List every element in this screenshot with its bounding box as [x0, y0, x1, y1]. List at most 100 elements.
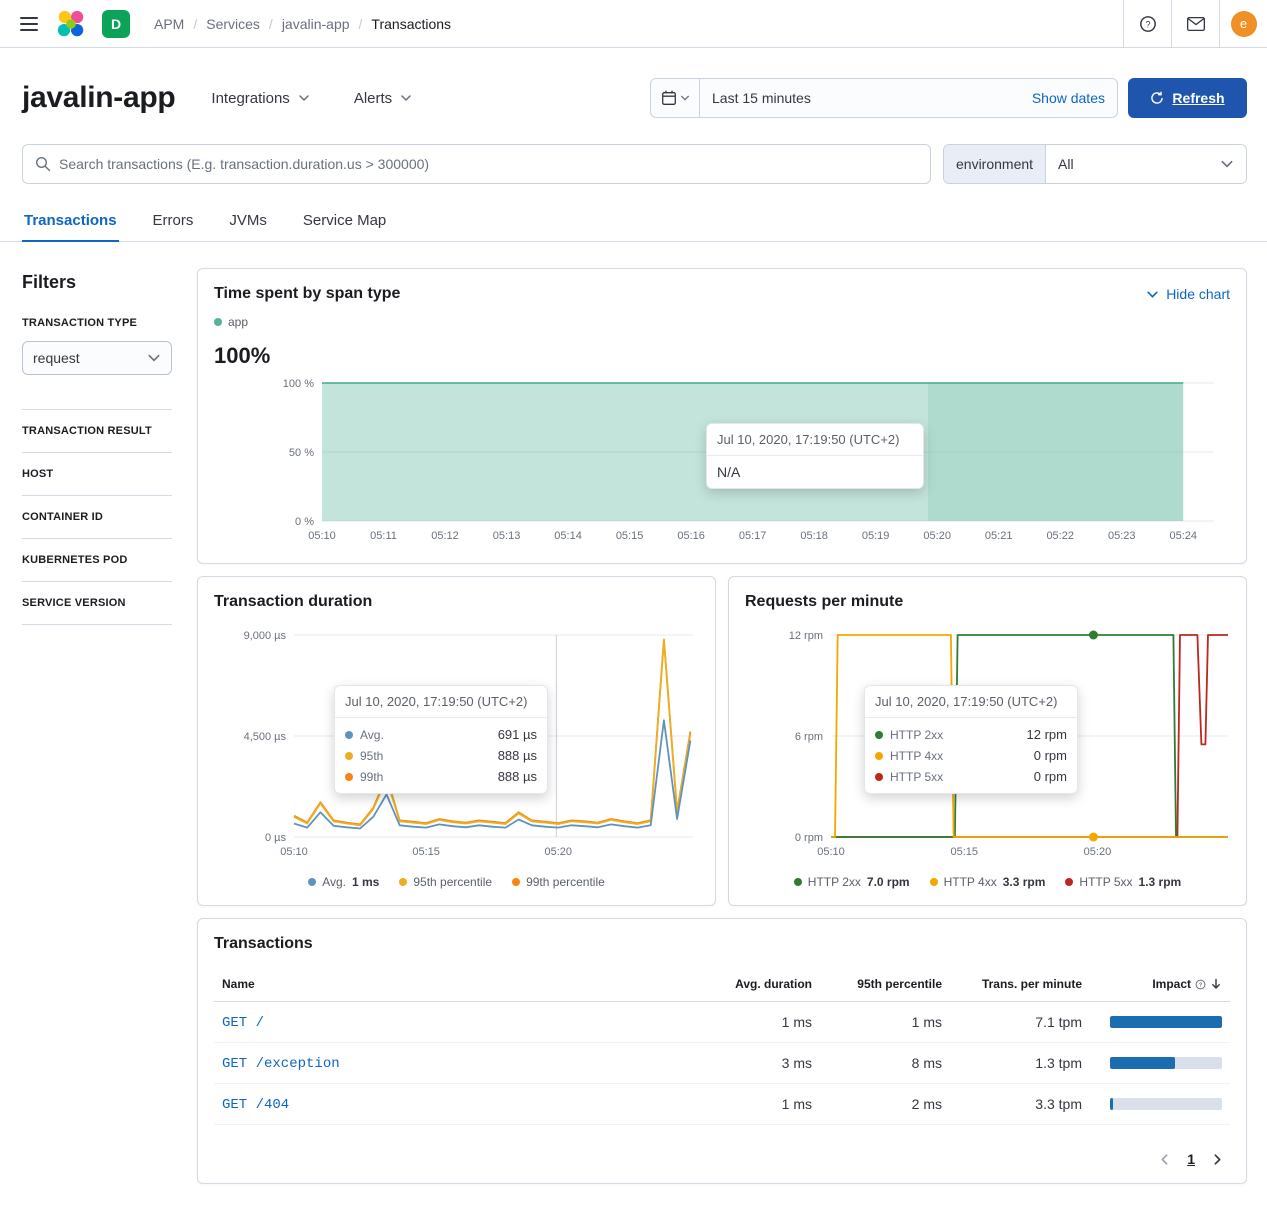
legend-item-http-5xx[interactable]: HTTP 5xx 1.3 rpm: [1065, 875, 1181, 889]
time-range-display[interactable]: Last 15 minutes: [700, 79, 1020, 117]
legend-dot: [308, 878, 316, 886]
page-1-button[interactable]: 1: [1187, 1151, 1195, 1167]
svg-text:05:10: 05:10: [308, 530, 336, 542]
transaction-link[interactable]: GET /404: [222, 1097, 289, 1113]
newsfeed-button[interactable]: [1171, 0, 1219, 47]
legend-item-http-2xx[interactable]: HTTP 2xx 7.0 rpm: [794, 875, 910, 889]
alerts-menu[interactable]: Alerts: [354, 90, 412, 107]
cell-impact: [1090, 1043, 1230, 1084]
breadcrumb-separator: [269, 16, 273, 32]
question-circle-icon: ?: [1195, 979, 1206, 990]
transaction-duration-panel: Transaction duration 0 µs4,500 µs9,000 µ…: [197, 576, 716, 906]
column-header-impact[interactable]: Impact ?: [1090, 967, 1230, 1002]
column-header-95th-percentile[interactable]: 95th percentile: [820, 967, 950, 1002]
legend-dot: [214, 318, 222, 326]
breadcrumb-item-services[interactable]: Services: [206, 16, 260, 32]
filter-section-container-id[interactable]: CONTAINER ID: [22, 495, 172, 538]
legend-item-http-4xx[interactable]: HTTP 4xx 3.3 rpm: [930, 875, 1046, 889]
chart-legend: app: [214, 315, 1230, 329]
chart-legend: Avg. 1 ms 95th percentile 99th percentil…: [214, 875, 699, 889]
tab-jvms[interactable]: JVMs: [227, 200, 269, 241]
svg-text:6 rpm: 6 rpm: [795, 731, 823, 743]
filter-section-kubernetes-pod[interactable]: KUBERNETES POD: [22, 538, 172, 581]
svg-text:05:24: 05:24: [1169, 530, 1197, 542]
column-header-name[interactable]: Name: [214, 967, 700, 1002]
refresh-button[interactable]: Refresh: [1128, 78, 1247, 118]
column-header-trans-per-minute[interactable]: Trans. per minute: [950, 967, 1090, 1002]
sort-desc-icon: [1210, 978, 1222, 990]
transaction-duration-chart[interactable]: 0 µs4,500 µs9,000 µs05:1005:1505:20 Jul …: [214, 625, 699, 863]
date-quick-select-button[interactable]: [651, 79, 700, 117]
column-header-avg-duration[interactable]: Avg. duration: [700, 967, 820, 1002]
menu-hamburger-button[interactable]: [10, 0, 48, 47]
tab-service-map[interactable]: Service Map: [301, 200, 388, 241]
hamburger-icon: [20, 17, 38, 31]
cell-avg-duration: 1 ms: [700, 1084, 820, 1125]
legend-dot: [512, 878, 520, 886]
transaction-type-select[interactable]: request: [22, 341, 172, 375]
page-header: javalin-app Integrations Alerts Last 15 …: [0, 48, 1267, 118]
charts-row: Transaction duration 0 µs4,500 µs9,000 µ…: [197, 576, 1247, 906]
svg-text:05:20: 05:20: [1084, 846, 1112, 858]
search-row: environment All: [0, 118, 1267, 184]
svg-text:05:16: 05:16: [677, 530, 705, 542]
cell-impact: [1090, 1084, 1230, 1125]
cell-avg-duration: 3 ms: [700, 1043, 820, 1084]
content: Filters TRANSACTION TYPE request TRANSAC…: [0, 242, 1267, 1208]
hide-chart-button[interactable]: Hide chart: [1146, 286, 1230, 302]
integrations-menu[interactable]: Integrations: [211, 90, 309, 107]
panel-title: Time spent by span type: [214, 285, 400, 303]
panel-title: Transaction duration: [214, 593, 699, 611]
filter-section-host[interactable]: HOST: [22, 452, 172, 495]
legend-dot: [1065, 878, 1073, 886]
user-menu-button[interactable]: e: [1219, 0, 1267, 47]
legend-item-99th[interactable]: 99th percentile: [512, 875, 605, 889]
transaction-link[interactable]: GET /exception: [222, 1056, 340, 1072]
next-page-button[interactable]: [1211, 1153, 1224, 1166]
filter-section-service-version[interactable]: SERVICE VERSION: [22, 581, 172, 624]
requests-per-minute-chart[interactable]: 0 rpm6 rpm12 rpm05:1005:1505:20 Jul 10, …: [745, 625, 1230, 863]
top-navigation-bar: D APM Services javalin-app Transactions …: [0, 0, 1267, 48]
tab-transactions[interactable]: Transactions: [22, 200, 119, 241]
elastic-logo[interactable]: [48, 0, 94, 47]
span-type-chart[interactable]: 0 %50 %100 %05:1005:1105:1205:1305:1405:…: [214, 375, 1230, 547]
svg-text:?: ?: [1199, 982, 1203, 988]
svg-text:05:20: 05:20: [544, 846, 572, 858]
legend-item-app[interactable]: app: [214, 315, 248, 329]
table-row: GET /404 1 ms 2 ms 3.3 tpm: [214, 1084, 1230, 1125]
search-input[interactable]: [59, 156, 918, 172]
filter-section-transaction-result[interactable]: TRANSACTION RESULT: [22, 409, 172, 452]
impact-bar: [1110, 1016, 1222, 1028]
breadcrumb-separator: [359, 16, 363, 32]
environment-label: environment: [944, 145, 1046, 183]
svg-text:05:10: 05:10: [280, 846, 308, 858]
environment-select[interactable]: All: [1046, 145, 1246, 183]
breadcrumb-item-apm[interactable]: APM: [154, 16, 184, 32]
chart-legend: HTTP 2xx 7.0 rpm HTTP 4xx 3.3 rpm HTTP 5…: [745, 875, 1230, 889]
deployment-badge[interactable]: D: [102, 10, 130, 38]
chevron-down-icon: [298, 92, 310, 104]
previous-page-button[interactable]: [1158, 1153, 1171, 1166]
alerts-label: Alerts: [354, 90, 392, 107]
cell-name: GET /exception: [214, 1043, 700, 1084]
main-column: Time spent by span type Hide chart app 1…: [197, 268, 1247, 1184]
refresh-icon: [1150, 91, 1164, 105]
table-row: GET /exception 3 ms 8 ms 1.3 tpm: [214, 1043, 1230, 1084]
svg-text:05:15: 05:15: [412, 846, 440, 858]
svg-text:0 µs: 0 µs: [265, 832, 287, 844]
cell-impact: [1090, 1002, 1230, 1043]
breadcrumb-item-service[interactable]: javalin-app: [282, 16, 350, 32]
help-button[interactable]: ?: [1123, 0, 1171, 47]
date-picker: Last 15 minutes Show dates: [650, 78, 1118, 118]
transaction-link[interactable]: GET /: [222, 1015, 264, 1031]
show-dates-button[interactable]: Show dates: [1020, 79, 1117, 117]
tab-errors[interactable]: Errors: [151, 200, 196, 241]
legend-item-avg[interactable]: Avg. 1 ms: [308, 875, 379, 889]
header-controls: Last 15 minutes Show dates Refresh: [650, 78, 1247, 118]
chart-canvas: 0 µs4,500 µs9,000 µs05:1005:1505:20: [214, 625, 699, 863]
envelope-icon: [1187, 17, 1205, 31]
integrations-label: Integrations: [211, 90, 289, 107]
legend-item-95th[interactable]: 95th percentile: [399, 875, 492, 889]
cell-trans-per-minute: 7.1 tpm: [950, 1002, 1090, 1043]
legend-dot: [794, 878, 802, 886]
